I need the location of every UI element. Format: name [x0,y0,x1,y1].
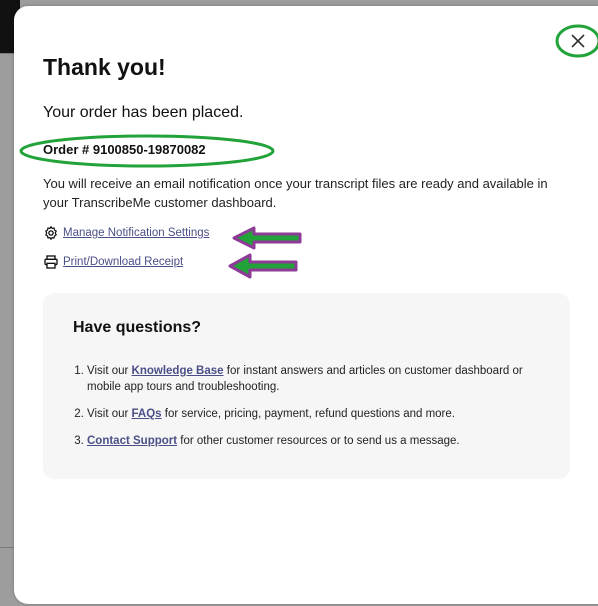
order-placed-message: Your order has been placed. [43,104,244,121]
modal-title: Thank you! [43,54,166,80]
contact-support-link[interactable]: Contact Support [87,435,177,447]
list-item-text: for other customer resources or to send … [177,435,460,447]
order-confirmation-modal: Thank you! Your order has been placed. O… [14,6,598,604]
annotation-arrow-left [228,253,298,279]
list-item: Visit our Knowledge Base for instant ans… [87,363,557,395]
list-item-text: Visit our [87,365,132,377]
faqs-link[interactable]: FAQs [132,408,162,420]
gear-icon [43,225,59,241]
close-button[interactable] [555,23,598,59]
receipt-row[interactable]: Print/Download Receipt [43,254,183,270]
close-icon [555,24,598,58]
knowledge-base-link[interactable]: Knowledge Base [132,365,224,377]
annotation-arrow-left [232,226,302,250]
printer-icon [43,254,59,270]
list-item: Visit our FAQs for service, pricing, pay… [87,406,557,422]
manage-notification-settings-link[interactable]: Manage Notification Settings [63,227,209,239]
list-item-text: for service, pricing, payment, refund qu… [161,408,455,420]
questions-panel: Have questions? Visit our Knowledge Base… [43,293,570,479]
order-number: Order # 9100850-19870082 [43,142,206,157]
list-item-text: Visit our [87,408,132,420]
list-item: Contact Support for other customer resou… [87,433,557,449]
help-list: Visit our Knowledge Base for instant ans… [73,363,557,460]
questions-heading: Have questions? [73,319,202,336]
notification-settings-row[interactable]: Manage Notification Settings [43,225,209,241]
print-download-receipt-link[interactable]: Print/Download Receipt [63,256,183,268]
email-notification-text: You will receive an email notification o… [43,176,548,210]
